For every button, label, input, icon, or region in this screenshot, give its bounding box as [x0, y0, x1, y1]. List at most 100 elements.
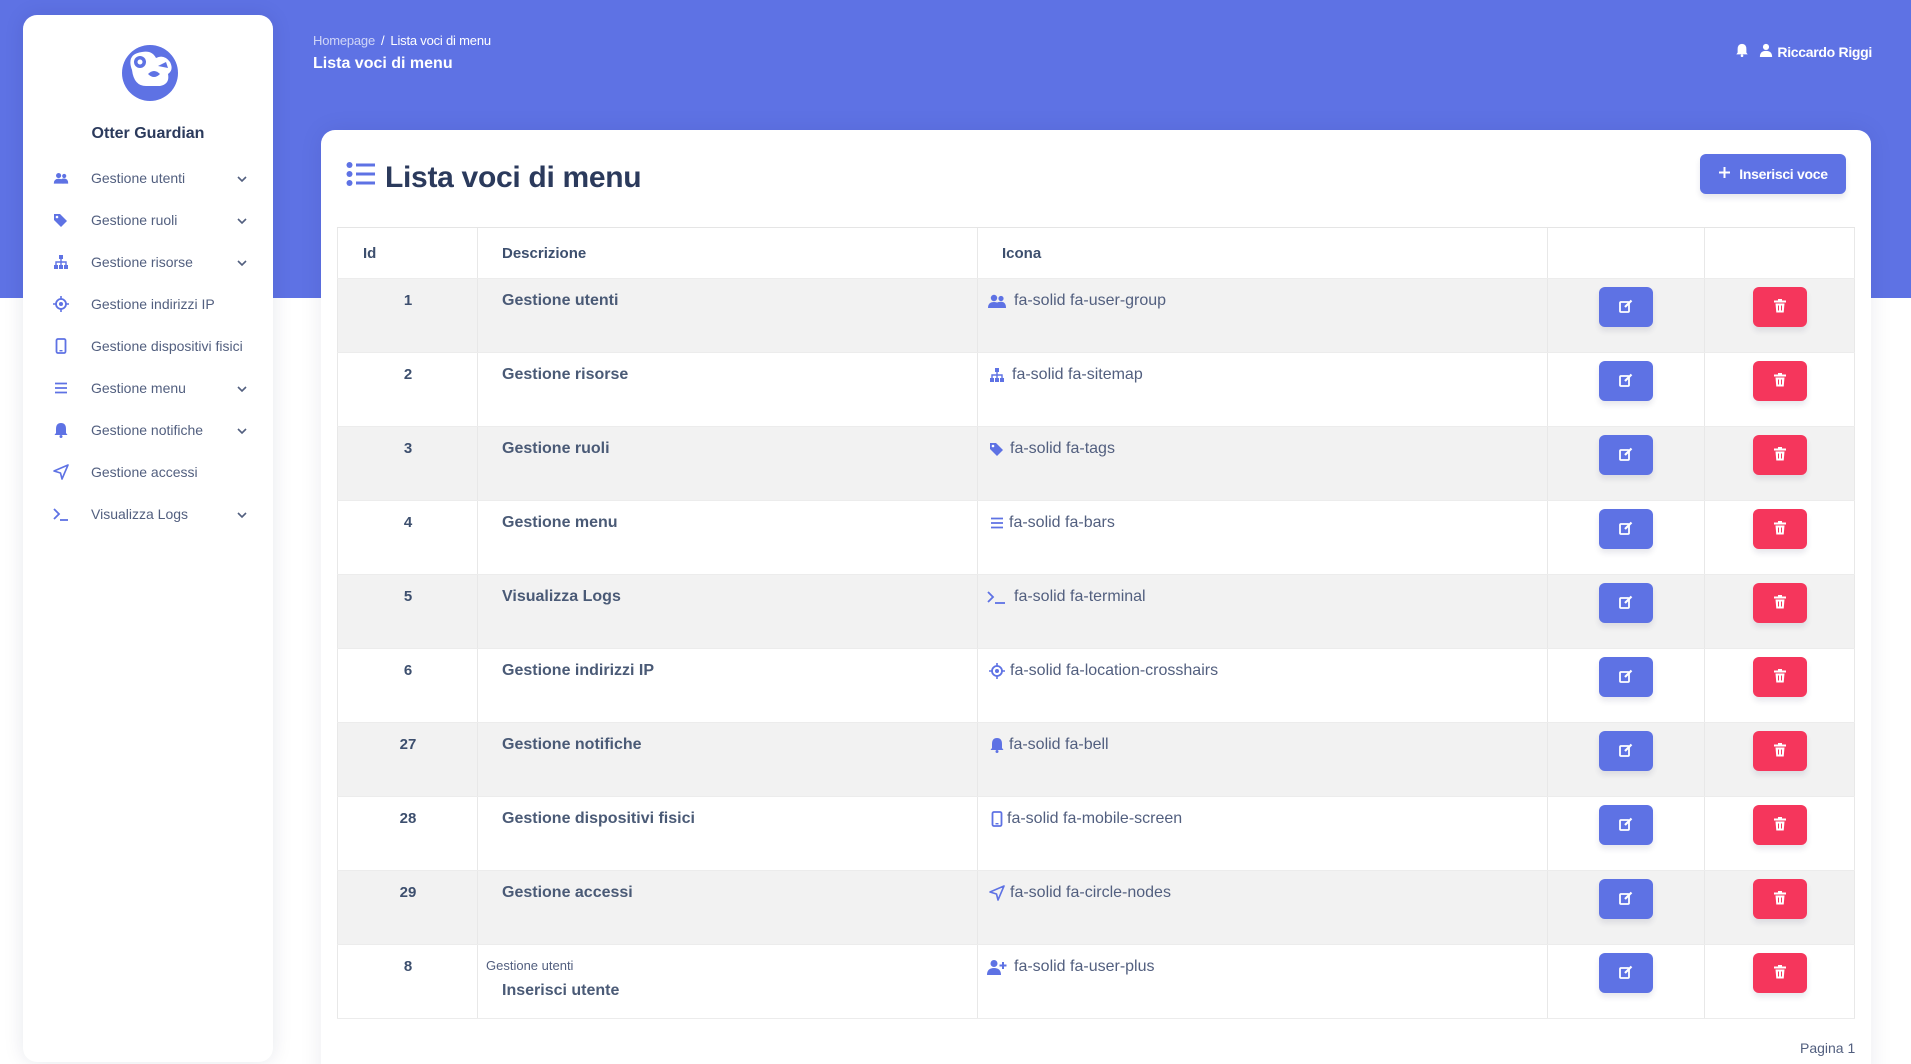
cell-icona: fa-solid fa-user-plus — [977, 945, 1547, 1018]
delete-button[interactable] — [1753, 879, 1807, 919]
crosshairs-icon — [53, 296, 69, 312]
column-header-id[interactable]: Id — [337, 228, 477, 278]
chevron-down-icon[interactable] — [236, 214, 248, 226]
brand-name: Otter Guardian — [91, 125, 205, 142]
chevron-down-icon[interactable] — [236, 382, 248, 394]
edit-button[interactable] — [1599, 953, 1653, 993]
column-header-delete — [1704, 228, 1855, 278]
menu-item-description: Inserisci utente — [502, 982, 620, 999]
delete-button[interactable] — [1753, 805, 1807, 845]
edit-button[interactable] — [1599, 509, 1653, 549]
delete-button[interactable] — [1753, 435, 1807, 475]
bell-icon — [53, 422, 69, 438]
users-icon — [987, 292, 1007, 310]
delete-button[interactable] — [1753, 509, 1807, 549]
breadcrumb-home-link[interactable]: Homepage — [313, 33, 375, 48]
sidebar-item-gestione-utenti[interactable]: Gestione utenti — [23, 157, 273, 199]
sidebar-item-label: Gestione menu — [91, 380, 186, 396]
cell-edit — [1547, 797, 1704, 870]
delete-button[interactable] — [1753, 731, 1807, 771]
menu-item-id: 29 — [399, 884, 417, 901]
cell-descrizione: Gestione ruoli — [477, 427, 977, 500]
column-header-icona[interactable]: Icona — [977, 228, 1547, 278]
chevron-down-icon[interactable] — [236, 424, 248, 436]
trash-icon — [1773, 520, 1787, 538]
menu-item-description: Gestione notifiche — [502, 736, 642, 753]
sidebar-item-label: Gestione ruoli — [91, 212, 178, 228]
menu-item-icon-class: fa-solid fa-tags — [1010, 440, 1115, 457]
sidebar-item-visualizza-logs[interactable]: Visualizza Logs — [23, 493, 273, 535]
add-menu-item-button[interactable]: Inserisci voce — [1700, 154, 1846, 194]
terminal-icon — [53, 506, 69, 522]
menu-item-id: 3 — [403, 440, 413, 457]
cell-icona: fa-solid fa-bars — [977, 501, 1547, 574]
users-icon — [53, 170, 69, 186]
cell-delete — [1704, 501, 1855, 574]
column-header-descrizione[interactable]: Descrizione — [477, 228, 977, 278]
trash-icon — [1773, 816, 1787, 834]
sitemap-icon — [53, 254, 69, 270]
circle-nodes-icon — [53, 464, 69, 480]
edit-icon — [1619, 817, 1633, 834]
delete-button[interactable] — [1753, 361, 1807, 401]
edit-button[interactable] — [1599, 731, 1653, 771]
trash-icon — [1773, 446, 1787, 464]
sidebar-item-gestione-risorse[interactable]: Gestione risorse — [23, 241, 273, 283]
parent-menu-label: Gestione utenti — [486, 958, 574, 973]
table-row: 27 Gestione notifiche fa-solid fa-bell — [337, 723, 1855, 797]
delete-button[interactable] — [1753, 953, 1807, 993]
sidebar-item-gestione-indirizzi-ip[interactable]: Gestione indirizzi IP — [23, 283, 273, 325]
menu-item-id: 2 — [403, 366, 413, 383]
add-button-label: Inserisci voce — [1739, 166, 1828, 182]
sitemap-icon — [987, 366, 1007, 384]
trash-icon — [1773, 964, 1787, 982]
user-plus-icon — [987, 958, 1007, 976]
menu-item-description: Visualizza Logs — [502, 588, 621, 605]
delete-button[interactable] — [1753, 583, 1807, 623]
edit-button[interactable] — [1599, 657, 1653, 697]
sidebar-item-label: Visualizza Logs — [91, 506, 189, 522]
chevron-down-icon[interactable] — [236, 508, 248, 520]
edit-icon — [1619, 891, 1633, 908]
cell-edit — [1547, 723, 1704, 796]
edit-icon — [1619, 669, 1633, 686]
chevron-down-icon[interactable] — [236, 172, 248, 184]
otter-logo-icon[interactable] — [118, 40, 182, 104]
cell-icona: fa-solid fa-sitemap — [977, 353, 1547, 426]
edit-button[interactable] — [1599, 583, 1653, 623]
table-row: 3 Gestione ruoli fa-solid fa-tags — [337, 427, 1855, 501]
sidebar-item-gestione-notifiche[interactable]: Gestione notifiche — [23, 409, 273, 451]
sidebar-item-label: Gestione dispositivi fisici — [91, 338, 243, 354]
sidebar-item-gestione-ruoli[interactable]: Gestione ruoli — [23, 199, 273, 241]
menu-item-description: Gestione risorse — [502, 366, 629, 383]
bell-icon[interactable] — [1735, 43, 1749, 60]
edit-button[interactable] — [1599, 361, 1653, 401]
edit-icon — [1619, 743, 1633, 760]
user-menu[interactable]: Riccardo Riggi — [1759, 43, 1872, 60]
cell-edit — [1547, 427, 1704, 500]
delete-button[interactable] — [1753, 657, 1807, 697]
tags-icon — [53, 212, 69, 228]
edit-button[interactable] — [1599, 879, 1653, 919]
cell-delete — [1704, 575, 1855, 648]
trash-icon — [1773, 594, 1787, 612]
chevron-down-icon[interactable] — [236, 256, 248, 268]
cell-delete — [1704, 871, 1855, 944]
trash-icon — [1773, 890, 1787, 908]
edit-button[interactable] — [1599, 805, 1653, 845]
trash-icon — [1773, 372, 1787, 390]
sidebar-item-gestione-accessi[interactable]: Gestione accessi — [23, 451, 273, 493]
sidebar-item-gestione-menu[interactable]: Gestione menu — [23, 367, 273, 409]
cell-edit — [1547, 501, 1704, 574]
edit-button[interactable] — [1599, 435, 1653, 475]
delete-button[interactable] — [1753, 287, 1807, 327]
menu-item-description: Gestione dispositivi fisici — [502, 810, 695, 827]
pagination-label[interactable]: Pagina 1 — [1800, 1040, 1855, 1056]
table-body: 1 Gestione utenti fa-solid fa-user-group… — [337, 279, 1855, 1019]
list-icon — [346, 160, 376, 196]
user-icon — [1759, 43, 1773, 60]
sidebar-item-gestione-dispositivi-fisici[interactable]: Gestione dispositivi fisici — [23, 325, 273, 367]
edit-button[interactable] — [1599, 287, 1653, 327]
breadcrumb-current: Lista voci di menu — [390, 33, 491, 48]
cell-delete — [1704, 649, 1855, 722]
